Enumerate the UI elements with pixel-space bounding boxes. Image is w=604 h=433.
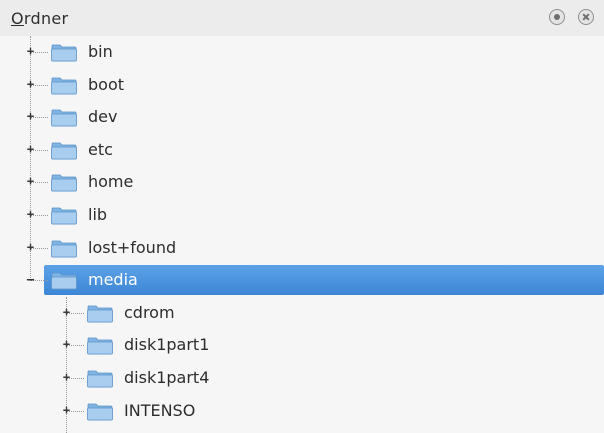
folder-icon <box>87 370 113 388</box>
tree-item-label: dev <box>88 107 118 127</box>
tree-item-label: home <box>88 172 134 192</box>
tree-row-lib[interactable]: + lib <box>0 199 604 231</box>
tree-row-disk1part1[interactable]: + disk1part1 <box>0 329 604 361</box>
tree-item-label: bin <box>88 42 113 61</box>
tree-item-label: disk1part1 <box>124 335 210 355</box>
folder-icon <box>51 77 77 94</box>
folder-icon <box>51 44 77 62</box>
close-icon[interactable] <box>578 9 594 25</box>
tree-row-boot[interactable]: + boot <box>0 69 604 101</box>
folder-tree: + bin + boot + dev + etc + home + lib + lost+found – me… <box>0 36 604 433</box>
tree-item-label: boot <box>88 74 125 94</box>
folder-icon <box>87 337 113 355</box>
tree-row-cdrom[interactable]: + cdrom <box>0 297 604 329</box>
tree-item-label: disk1part4 <box>124 368 210 387</box>
folder-icon <box>51 142 77 160</box>
panel-title-mnemonic: O <box>11 9 24 28</box>
panel-title: Ordner <box>11 9 68 28</box>
tree-item-label: media <box>88 270 138 290</box>
folder-icon <box>51 174 77 192</box>
collapse-icon[interactable]: – <box>26 273 35 285</box>
expand-icon[interactable]: + <box>62 371 71 383</box>
tree-item-label: cdrom <box>124 302 175 322</box>
expand-icon[interactable]: + <box>26 175 35 187</box>
float-icon[interactable] <box>549 9 565 25</box>
folder-icon <box>51 207 77 225</box>
tree-item-label: lost+found <box>88 237 177 257</box>
panel-title-rest: rdner <box>23 9 69 28</box>
folder-icon <box>87 403 113 420</box>
expand-icon[interactable]: + <box>62 338 71 350</box>
expand-icon[interactable]: + <box>26 110 35 122</box>
tree-row-lost-found[interactable]: + lost+found <box>0 232 604 264</box>
tree-row-disk1part4[interactable]: + disk1part4 <box>0 362 604 394</box>
expand-icon[interactable]: + <box>26 45 35 57</box>
folder-icon <box>51 272 77 290</box>
tree-row-intenso[interactable]: + INTENSO <box>0 395 604 427</box>
expand-icon[interactable]: + <box>62 404 71 416</box>
tree-row-bin[interactable]: + bin <box>0 36 604 68</box>
expand-icon[interactable]: + <box>26 241 35 253</box>
tree-item-label: lib <box>88 205 108 224</box>
expand-icon[interactable]: + <box>62 306 71 318</box>
folder-icon <box>87 305 113 323</box>
tree-row-dev[interactable]: + dev <box>0 101 604 133</box>
folder-panel: Ordner + bin + boot + dev + etc + home + lib + lost+f… <box>0 0 604 433</box>
expand-icon[interactable]: + <box>26 143 35 155</box>
tree-item-label: etc <box>88 139 113 159</box>
folder-icon <box>51 109 77 127</box>
expand-icon[interactable]: + <box>26 78 35 90</box>
panel-title-bar: Ordner <box>0 0 604 36</box>
tree-row-media[interactable]: – media <box>0 264 604 296</box>
tree-row-home[interactable]: + home <box>0 166 604 198</box>
folder-icon <box>51 240 77 257</box>
tree-item-label: INTENSO <box>124 400 196 420</box>
tree-row-etc[interactable]: + etc <box>0 134 604 166</box>
expand-icon[interactable]: + <box>26 208 35 220</box>
